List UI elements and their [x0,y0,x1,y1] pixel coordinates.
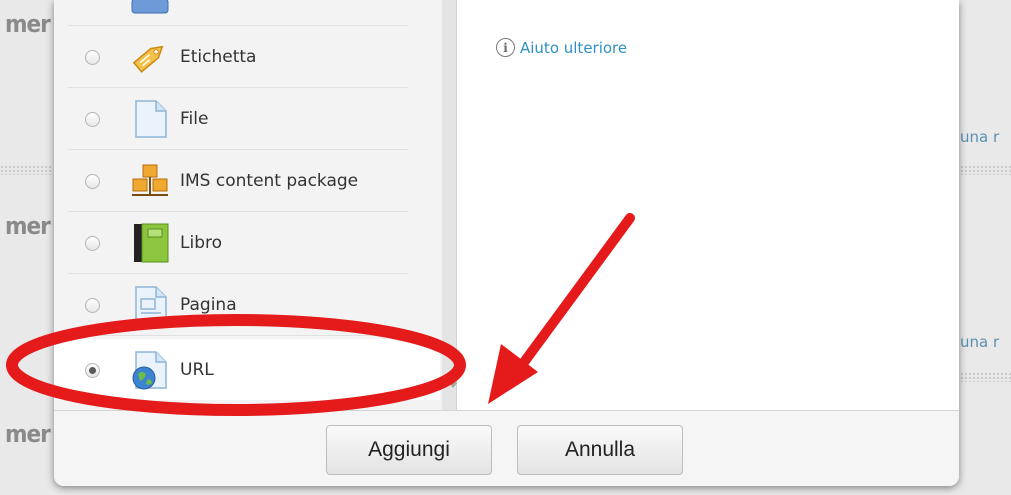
activity-option-libro[interactable]: Libro [54,212,440,274]
ims-package-icon [130,161,170,201]
activity-options-list: Etichetta File IMS content package Libro… [54,0,440,400]
background-dots [960,165,1011,175]
radio-libro[interactable] [85,236,100,251]
option-label: IMS content package [180,171,359,191]
radio-pagina[interactable] [85,298,100,313]
activity-option-url[interactable]: URL [54,339,440,400]
help-link[interactable]: i Aiuto ulteriore [496,38,627,57]
background-dots [0,165,52,175]
option-label: URL [180,360,214,380]
radio-url[interactable] [85,363,100,378]
page-icon [130,285,170,325]
activity-option-ims[interactable]: IMS content package [54,150,440,212]
file-icon [130,99,170,139]
background-heading-fragment: mer [5,212,51,240]
add-activity-dialog: Etichetta File IMS content package Libro… [54,0,959,486]
dialog-footer: Aggiungi Annulla [54,410,959,486]
radio-file[interactable] [85,112,100,127]
book-icon [130,223,170,263]
option-label: Etichetta [180,47,257,67]
background-dots [960,372,1011,382]
url-globe-icon [130,350,170,390]
activity-option-etichetta[interactable]: Etichetta [54,26,440,88]
activity-options-pane: Etichetta File IMS content package Libro… [54,0,458,410]
radio-etichetta[interactable] [85,50,100,65]
background-heading-fragment: mer [5,420,51,448]
option-label: Pagina [180,295,237,315]
background-link-fragment[interactable]: una r [960,333,999,351]
background-heading-fragment: mer [5,10,51,38]
help-link-label: Aiuto ulteriore [520,38,628,57]
activity-option-file[interactable]: File [54,88,440,150]
option-label: File [180,109,209,129]
cancel-button[interactable]: Annulla [517,425,683,475]
activity-option-pagina[interactable]: Pagina [54,274,440,336]
options-scrollbar[interactable] [442,0,458,410]
activity-details-pane: i Aiuto ulteriore [457,0,959,410]
background-link-fragment[interactable]: una r [960,128,999,146]
option-label: Libro [180,233,223,253]
radio-ims[interactable] [85,174,100,189]
partial-item-icon [130,0,170,15]
add-button[interactable]: Aggiungi [326,425,492,475]
activity-option-partial[interactable] [54,0,440,26]
info-icon: i [496,38,515,57]
label-tag-icon [130,37,170,77]
